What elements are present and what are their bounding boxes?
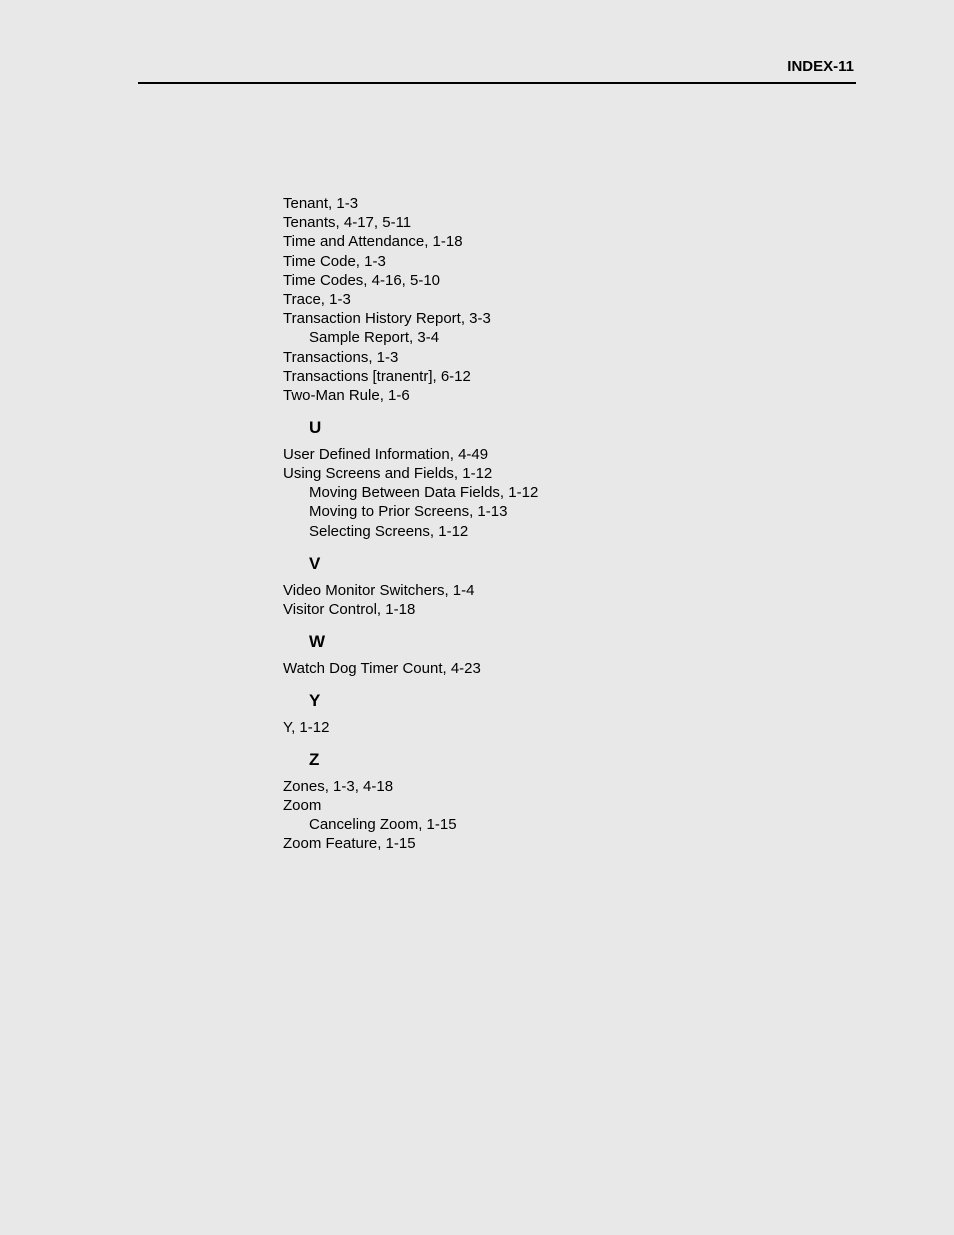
index-entry: Two-Man Rule, 1-6	[283, 386, 883, 405]
index-sub-entry: Moving Between Data Fields, 1-12	[283, 483, 883, 502]
index-entry: Time Code, 1-3	[283, 252, 883, 271]
index-entry: Trace, 1-3	[283, 290, 883, 309]
header-rule	[138, 82, 856, 84]
index-entry: Time Codes, 4-16, 5-10	[283, 271, 883, 290]
index-entry: Visitor Control, 1-18	[283, 600, 883, 619]
index-entry: Y, 1-12	[283, 718, 883, 737]
index-entry: Transactions [tranentr], 6-12	[283, 367, 883, 386]
index-entry: Using Screens and Fields, 1-12	[283, 464, 883, 483]
index-entry: Transaction History Report, 3-3	[283, 309, 883, 328]
index-entry: Transactions, 1-3	[283, 348, 883, 367]
page-header-label: INDEX-11	[787, 58, 854, 75]
index-entry: Video Monitor Switchers, 1-4	[283, 581, 883, 600]
index-entry: Tenants, 4-17, 5-11	[283, 213, 883, 232]
index-entry: Zoom	[283, 796, 883, 815]
index-sub-entry: Canceling Zoom, 1-15	[283, 815, 883, 834]
section-letter-u: U	[283, 417, 883, 439]
section-letter-y: Y	[283, 690, 883, 712]
index-sub-entry: Selecting Screens, 1-12	[283, 522, 883, 541]
index-sub-entry: Moving to Prior Screens, 1-13	[283, 502, 883, 521]
section-letter-z: Z	[283, 749, 883, 771]
index-entry: Zoom Feature, 1-15	[283, 834, 883, 853]
index-entry: Zones, 1-3, 4-18	[283, 777, 883, 796]
index-sub-entry: Sample Report, 3-4	[283, 328, 883, 347]
index-entry: Watch Dog Timer Count, 4-23	[283, 659, 883, 678]
index-entry: User Defined Information, 4-49	[283, 445, 883, 464]
section-letter-v: V	[283, 553, 883, 575]
section-letter-w: W	[283, 631, 883, 653]
page-header: INDEX-11	[787, 58, 854, 75]
index-entry: Time and Attendance, 1-18	[283, 232, 883, 251]
index-entry: Tenant, 1-3	[283, 194, 883, 213]
index-content: Tenant, 1-3 Tenants, 4-17, 5-11 Time and…	[283, 194, 883, 853]
